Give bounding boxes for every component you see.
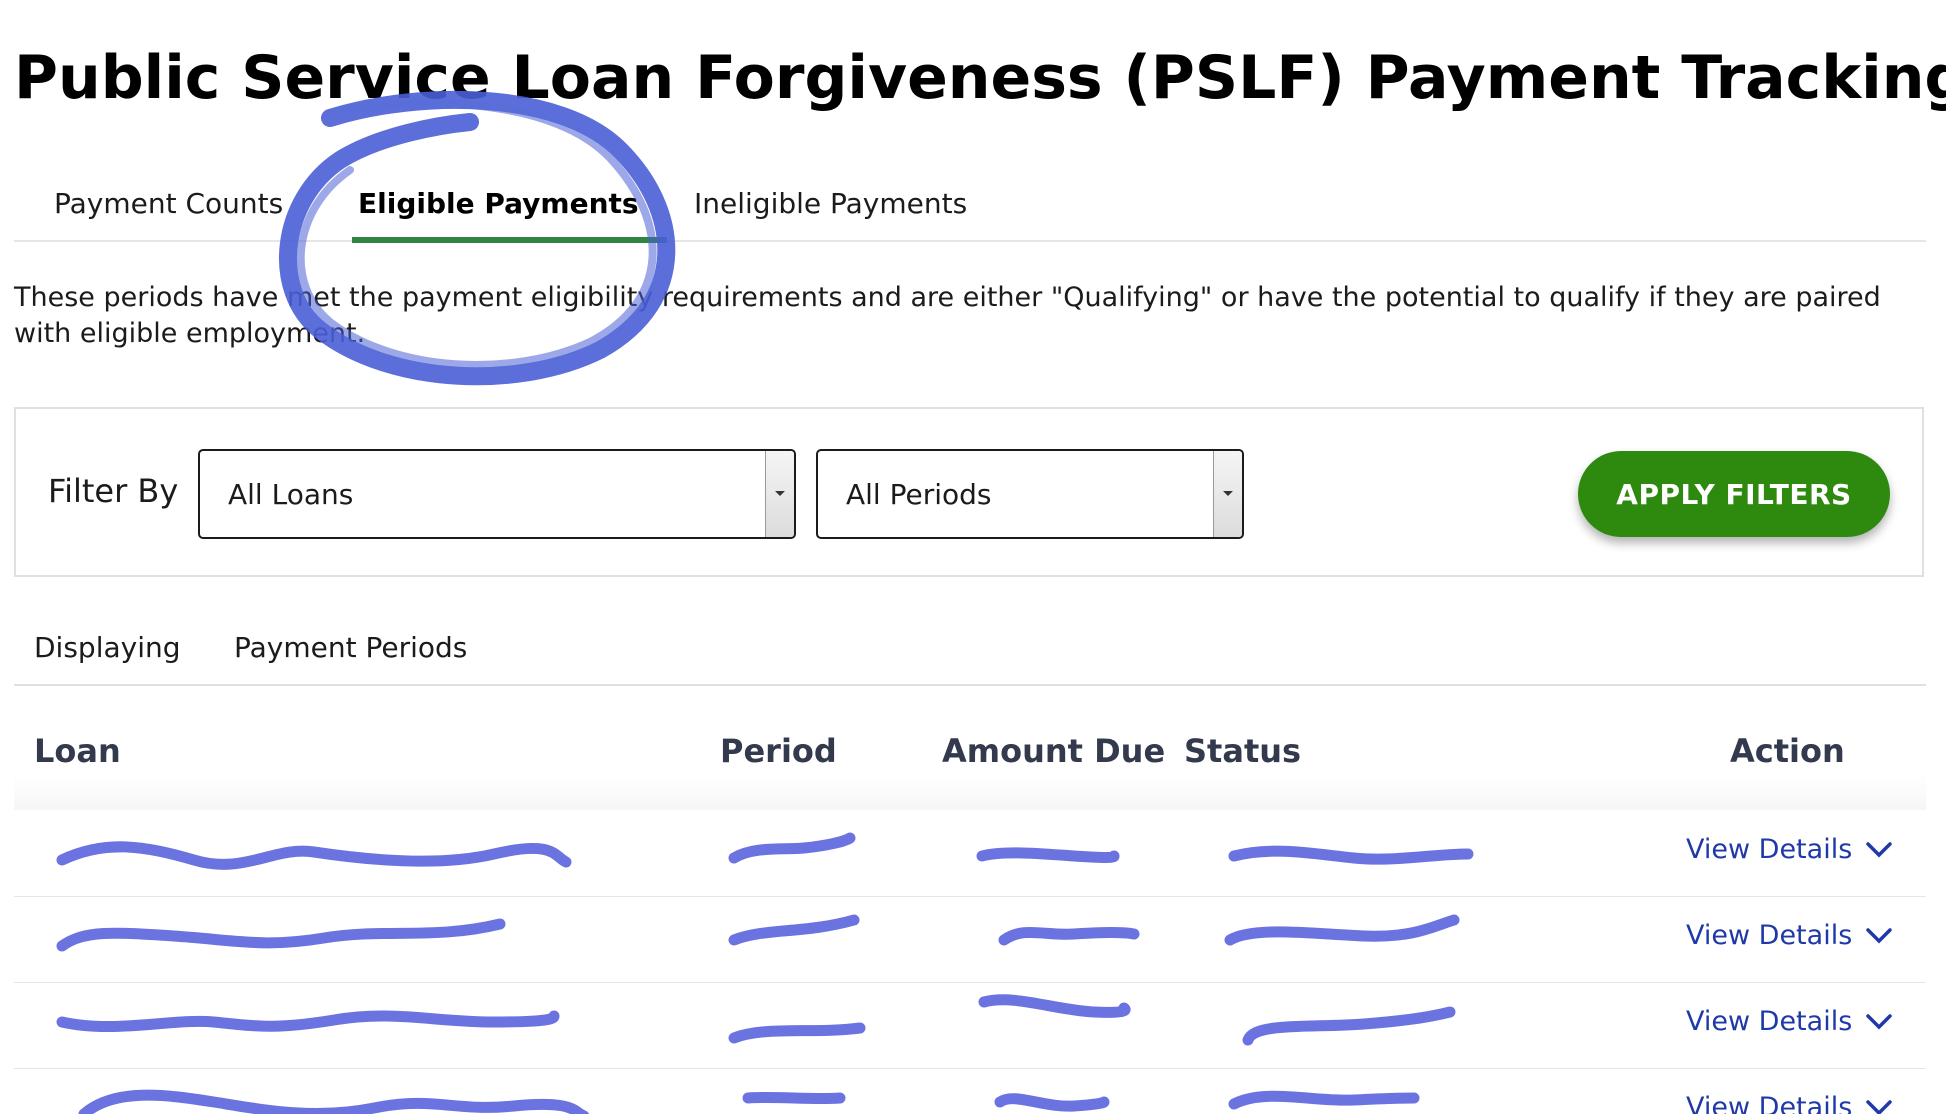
loan-filter-value: All Loans [228,478,354,511]
page-title: Public Service Loan Forgiveness (PSLF) P… [14,43,1946,113]
redaction-scribble [56,832,1474,870]
tab-ineligible-payments[interactable]: Ineligible Payments [694,184,967,224]
tab-eligible-payments[interactable]: Eligible Payments [352,184,667,243]
table-row: View Details [14,982,1926,1069]
table-row: View Details [14,1068,1926,1114]
column-header-amount-due: Amount Due [942,732,1166,770]
view-details-link[interactable]: View Details [1686,1002,1893,1042]
filter-by-label: Filter By [48,472,179,510]
redaction-scribble [56,994,1456,1046]
apply-filters-button[interactable]: APPLY FILTERS [1578,451,1890,537]
view-details-label: View Details [1686,834,1853,865]
table-header: Loan Period Amount Due Status Action [14,722,1926,810]
tab-payment-counts[interactable]: Payment Counts [54,184,283,224]
tab-bar: Payment Counts Eligible Payments Ineligi… [14,170,1926,243]
chevron-down-icon [1866,1100,1893,1114]
caret-down-icon [765,451,794,537]
view-details-link[interactable]: View Details [1686,916,1893,956]
loan-filter-select[interactable]: All Loans [198,449,796,539]
chevron-down-icon [1866,842,1893,858]
displaying-value: Payment Periods [234,631,468,664]
column-header-loan: Loan [34,732,121,770]
filter-panel: Filter By All Loans All Periods APPLY FI… [14,407,1924,577]
displaying-row: Displaying Payment Periods [14,618,1926,686]
column-header-status: Status [1184,732,1302,770]
column-header-period: Period [720,732,837,770]
table-row: View Details [14,810,1926,897]
page: Public Service Loan Forgiveness (PSLF) P… [14,0,1946,1114]
caret-down-icon [1213,451,1242,537]
table-row: View Details [14,896,1926,983]
column-header-action: Action [1730,732,1845,770]
redaction-scribble [78,1089,1420,1114]
displaying-label: Displaying [34,631,181,664]
view-details-label: View Details [1686,920,1853,951]
view-details-label: View Details [1686,1006,1853,1037]
view-details-link[interactable]: View Details [1686,830,1893,870]
chevron-down-icon [1866,1014,1893,1030]
chevron-down-icon [1866,928,1893,944]
period-filter-select[interactable]: All Periods [816,449,1244,539]
view-details-link[interactable]: View Details [1686,1088,1893,1114]
period-filter-value: All Periods [846,478,992,511]
tab-description: These periods have met the payment eligi… [14,282,1881,349]
view-details-label: View Details [1686,1092,1853,1114]
redaction-scribble [56,914,1460,952]
